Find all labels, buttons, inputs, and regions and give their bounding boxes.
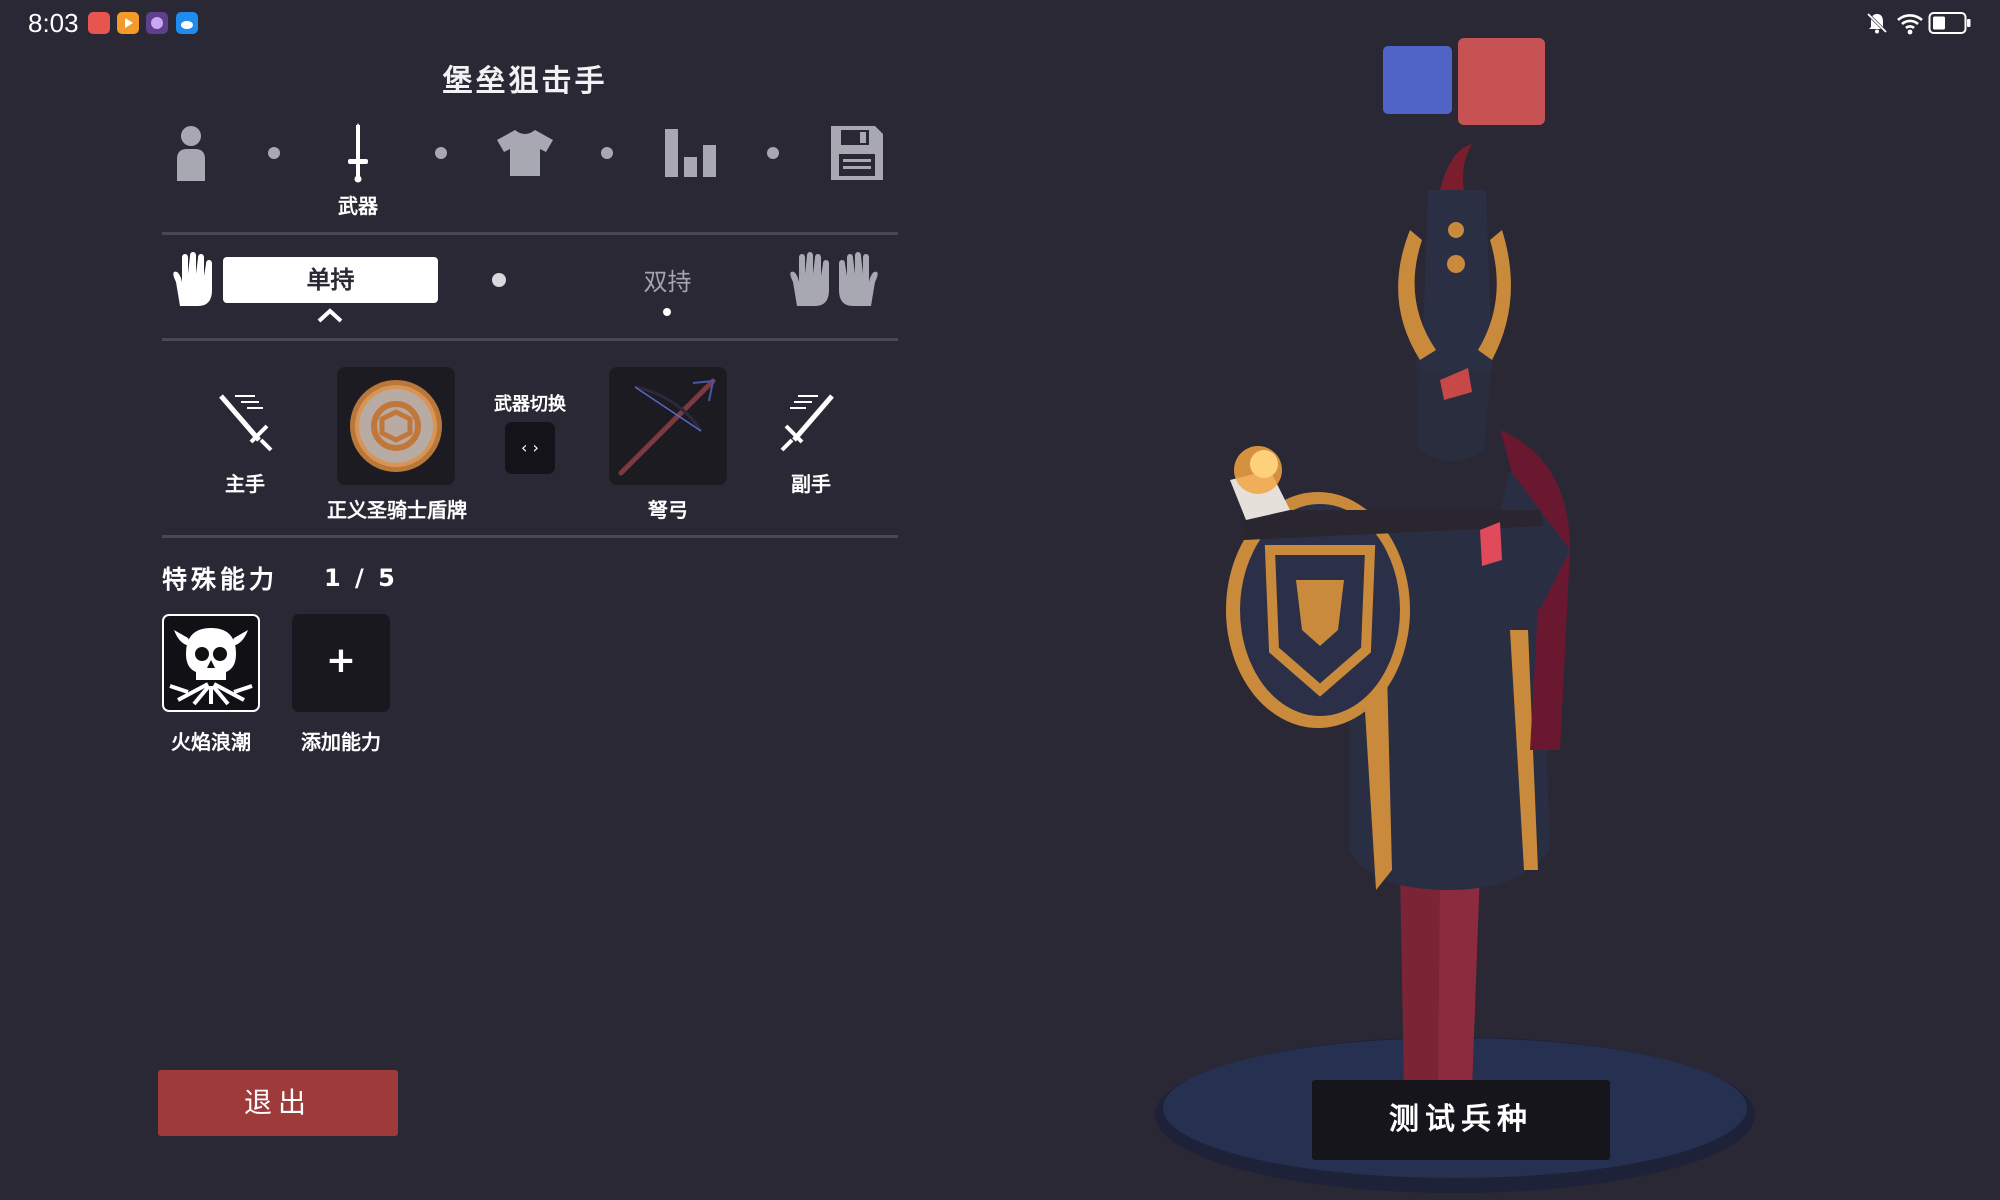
add-ability-label: 添加能力 xyxy=(301,730,381,754)
step-save[interactable] xyxy=(822,118,892,188)
double-hand-icon[interactable] xyxy=(785,252,885,312)
step-active-label: 武器 xyxy=(338,194,378,218)
paladin-shield-icon xyxy=(350,380,442,472)
off-hand-sword-icon[interactable] xyxy=(778,392,838,458)
off-weapon-name: 弩弓 xyxy=(648,498,688,522)
selected-caret-icon xyxy=(316,306,344,328)
main-hand-sword-icon[interactable] xyxy=(215,392,275,458)
step-separator xyxy=(767,147,779,159)
add-ability-button[interactable]: + xyxy=(292,614,390,712)
grip-single-button[interactable]: 单持 xyxy=(223,257,438,303)
off-weapon-slot[interactable] xyxy=(609,367,727,485)
plus-icon: + xyxy=(325,640,357,681)
team-red-swatch[interactable] xyxy=(1458,38,1545,125)
stats-icon xyxy=(665,129,716,177)
ability-label: 火焰浪潮 xyxy=(171,730,251,754)
bell-muted-icon xyxy=(1864,10,1890,40)
off-hand-label: 副手 xyxy=(791,472,831,496)
team-blue-swatch[interactable] xyxy=(1383,46,1452,114)
main-hand-label: 主手 xyxy=(225,472,265,496)
wifi-icon xyxy=(1895,10,1925,40)
unit-preview xyxy=(1155,144,1755,1193)
blue-cloud-icon xyxy=(176,12,198,34)
save-icon xyxy=(831,126,883,180)
knight-figure xyxy=(1226,144,1570,1090)
single-hand-icon[interactable] xyxy=(168,252,214,312)
step-clothing[interactable] xyxy=(490,118,560,188)
divider xyxy=(162,338,898,341)
step-stats[interactable] xyxy=(656,118,726,188)
test-unit-button[interactable]: 测试兵种 xyxy=(1312,1080,1610,1160)
red-app-icon xyxy=(88,12,110,34)
orange-play-icon xyxy=(117,12,139,34)
grip-double-button[interactable]: 双持 xyxy=(600,262,735,302)
abilities-title: 特殊能力 xyxy=(162,565,279,594)
battery-icon xyxy=(1928,11,1972,39)
ability-slot-fire-wave[interactable] xyxy=(162,614,260,712)
purple-game-icon xyxy=(146,12,168,34)
divider xyxy=(162,232,898,235)
unit-name-title: 堡垒狙击手 xyxy=(442,64,608,99)
skull-horns-icon xyxy=(169,628,253,706)
step-separator xyxy=(268,147,280,159)
crossbow-icon xyxy=(618,378,716,476)
status-time: 8:03 xyxy=(28,8,79,38)
step-separator xyxy=(601,147,613,159)
main-weapon-slot[interactable] xyxy=(337,367,455,485)
weapon-switch-button[interactable]: ‹ › xyxy=(505,422,555,474)
step-unit-base[interactable] xyxy=(156,118,226,188)
shirt-icon xyxy=(497,130,553,176)
person-icon xyxy=(177,126,205,181)
step-separator xyxy=(435,147,447,159)
sword-icon xyxy=(348,123,368,183)
abilities-count: 1 / 5 xyxy=(324,564,398,592)
step-weapons[interactable] xyxy=(323,118,393,188)
main-weapon-name: 正义圣骑士盾牌 xyxy=(327,498,467,522)
exit-button[interactable]: 退出 xyxy=(158,1070,398,1136)
weapon-switch-label: 武器切换 xyxy=(494,394,566,415)
grip-double-dot xyxy=(663,308,671,316)
divider xyxy=(162,535,898,538)
grip-separator-dot xyxy=(492,273,506,287)
